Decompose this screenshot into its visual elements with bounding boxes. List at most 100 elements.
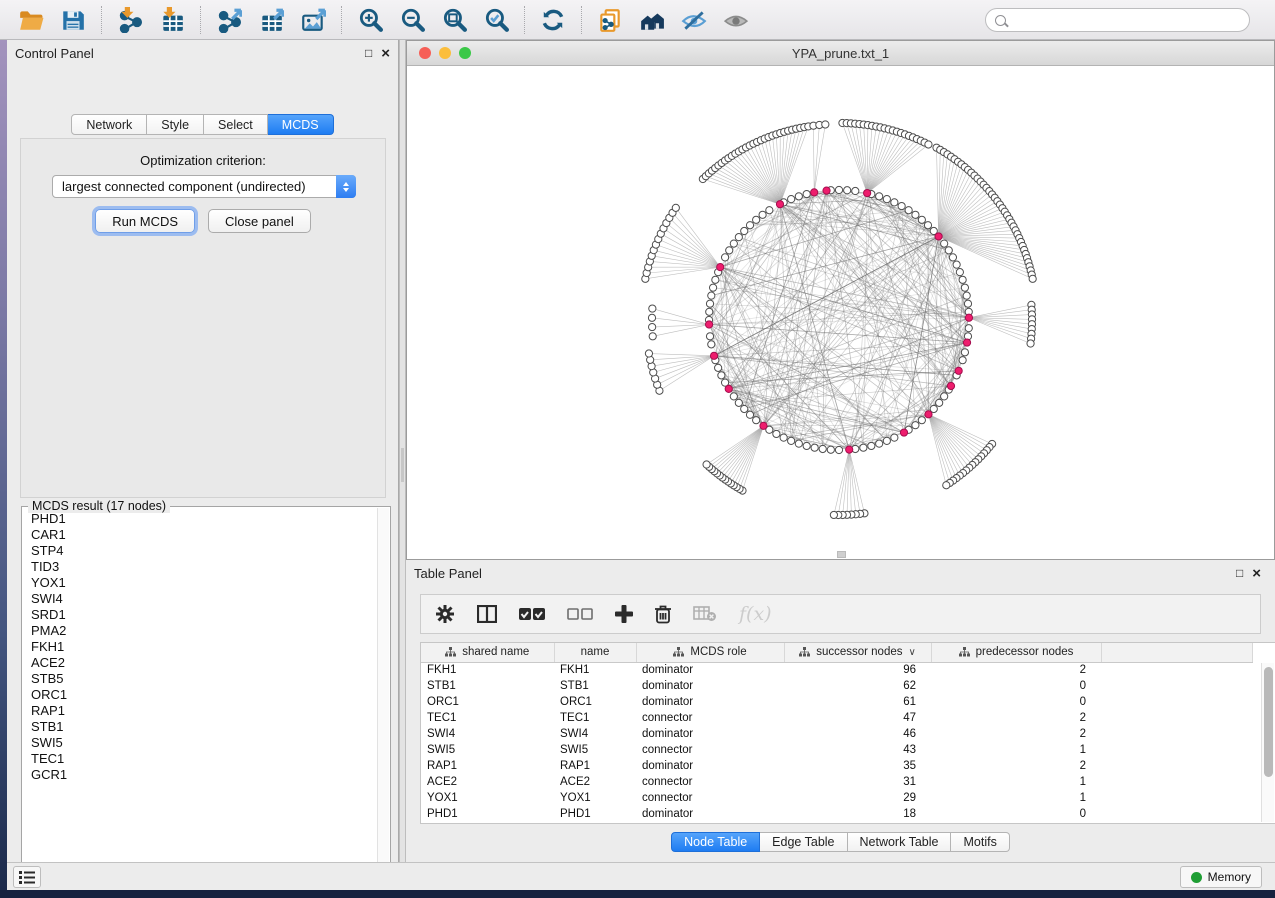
table-float-icon[interactable]: □ — [1236, 567, 1243, 579]
column-header[interactable]: shared name — [421, 643, 554, 662]
mcds-result-item[interactable]: YOX1 — [31, 575, 376, 591]
toolbar-separator — [341, 6, 342, 34]
tab-motifs[interactable]: Motifs — [951, 832, 1009, 852]
table-scrollbar[interactable] — [1261, 663, 1274, 822]
show-all-icon[interactable] — [721, 5, 751, 35]
mcds-result-list[interactable]: PHD1CAR1STP4TID3YOX1SWI4SRD1PMA2FKH1ACE2… — [23, 511, 376, 876]
zoom-fit-icon[interactable] — [439, 5, 469, 35]
toolbar-separator — [524, 6, 525, 34]
list-icon — [19, 871, 35, 884]
column-header[interactable]: successor nodes∨ — [784, 643, 931, 662]
hide-selected-icon[interactable] — [679, 5, 709, 35]
table-row[interactable]: PHD1PHD1dominator180 — [421, 806, 1253, 822]
table-row[interactable]: ORC1ORC1dominator610 — [421, 694, 1253, 710]
import-network-icon[interactable] — [115, 5, 145, 35]
mcds-result-item[interactable]: FKH1 — [31, 639, 376, 655]
task-history-button[interactable] — [13, 866, 41, 888]
mcds-result-item[interactable]: SWI5 — [31, 735, 376, 751]
mcds-result-item[interactable]: PMA2 — [31, 623, 376, 639]
mcds-result-item[interactable]: TID3 — [31, 559, 376, 575]
node-table: shared namenameMCDS rolesuccessor nodes∨… — [420, 642, 1275, 824]
node-table-grid[interactable]: shared namenameMCDS rolesuccessor nodes∨… — [421, 643, 1253, 822]
tab-style[interactable]: Style — [147, 114, 204, 135]
column-header[interactable]: MCDS role — [636, 643, 784, 662]
column-header[interactable]: name — [554, 643, 636, 662]
mcds-result-item[interactable]: SWI4 — [31, 591, 376, 607]
table-row[interactable]: RAP1RAP1dominator352 — [421, 758, 1253, 774]
copy-style-icon[interactable] — [595, 5, 625, 35]
tab-network-table[interactable]: Network Table — [848, 832, 952, 852]
control-panel-title: Control Panel — [15, 46, 94, 61]
deselect-all-icon[interactable] — [567, 601, 593, 627]
tab-mcds[interactable]: MCDS — [268, 114, 334, 135]
refresh-icon[interactable] — [538, 5, 568, 35]
first-neighbors-icon[interactable] — [637, 5, 667, 35]
network-scroll-grip[interactable] — [837, 551, 846, 558]
mcds-result-item[interactable]: SRD1 — [31, 607, 376, 623]
mcds-result-item[interactable]: STP4 — [31, 543, 376, 559]
select-all-icon[interactable] — [519, 601, 545, 627]
mcds-result-item[interactable]: STB5 — [31, 671, 376, 687]
tab-network[interactable]: Network — [71, 114, 147, 135]
add-icon[interactable] — [615, 601, 633, 627]
network-window-titlebar[interactable]: YPA_prune.txt_1 — [407, 41, 1274, 66]
mcds-result-item[interactable]: TEC1 — [31, 751, 376, 767]
mcds-result-scrollbar[interactable] — [377, 508, 389, 876]
network-canvas[interactable] — [407, 66, 1274, 559]
table-row[interactable]: TEC1TEC1connector472 — [421, 710, 1253, 726]
search-box[interactable] — [985, 8, 1250, 32]
column-header[interactable]: predecessor nodes — [931, 643, 1101, 662]
criterion-value: largest connected component (undirected) — [53, 179, 336, 194]
memory-label: Memory — [1208, 870, 1251, 884]
table-row[interactable]: SWI5SWI5connector431 — [421, 742, 1253, 758]
table-toolbar: f(x) — [420, 594, 1261, 634]
memory-button[interactable]: Memory — [1180, 866, 1262, 888]
zoom-in-icon[interactable] — [355, 5, 385, 35]
columns-icon[interactable] — [477, 601, 497, 627]
open-folder-icon[interactable] — [16, 5, 46, 35]
mcds-result-item[interactable]: ACE2 — [31, 655, 376, 671]
table-row[interactable]: YOX1YOX1connector291 — [421, 790, 1253, 806]
export-image-icon[interactable] — [298, 5, 328, 35]
delete-table-icon — [693, 601, 717, 627]
mcds-result-item[interactable]: GCR1 — [31, 767, 376, 783]
trash-icon[interactable] — [655, 601, 671, 627]
tab-select[interactable]: Select — [204, 114, 268, 135]
table-tabs: Node TableEdge TableNetwork TableMotifs — [406, 832, 1275, 852]
zoom-selected-icon[interactable] — [481, 5, 511, 35]
mcds-result-item[interactable]: ORC1 — [31, 687, 376, 703]
mcds-result-item[interactable]: PHD1 — [31, 511, 376, 527]
export-network-icon[interactable] — [214, 5, 244, 35]
import-table-icon[interactable] — [157, 5, 187, 35]
table-scrollbar-thumb[interactable] — [1264, 667, 1273, 777]
close-panel-button[interactable]: Close panel — [208, 209, 311, 233]
table-close-icon[interactable]: × — [1252, 566, 1261, 581]
export-table-icon[interactable] — [256, 5, 286, 35]
panel-splitter[interactable] — [399, 40, 406, 862]
table-panel: Table Panel □ × f(x) shared namenameMCDS… — [406, 560, 1275, 862]
desktop-wallpaper-left — [0, 40, 7, 890]
control-panel: Control Panel □ × NetworkStyleSelectMCDS… — [7, 40, 399, 862]
table-row[interactable]: SWI4SWI4dominator462 — [421, 726, 1253, 742]
float-panel-icon[interactable]: □ — [365, 47, 372, 59]
optimization-criterion-label: Optimization criterion: — [21, 153, 385, 168]
tab-node-table[interactable]: Node Table — [671, 832, 760, 852]
table-row[interactable]: FKH1FKH1dominator962 — [421, 662, 1253, 678]
toolbar-separator — [200, 6, 201, 34]
search-input[interactable] — [1006, 13, 1249, 27]
save-icon[interactable] — [58, 5, 88, 35]
mcds-result-item[interactable]: CAR1 — [31, 527, 376, 543]
tab-edge-table[interactable]: Edge Table — [760, 832, 847, 852]
desktop-wallpaper-bottom — [0, 890, 1275, 898]
zoom-out-icon[interactable] — [397, 5, 427, 35]
main-toolbar-icons — [10, 5, 757, 35]
table-row[interactable]: ACE2ACE2connector311 — [421, 774, 1253, 790]
mcds-result-item[interactable]: STB1 — [31, 719, 376, 735]
gear-icon[interactable] — [435, 601, 455, 627]
function-icon: f(x) — [739, 601, 772, 627]
close-panel-icon[interactable]: × — [381, 46, 390, 61]
run-mcds-button[interactable]: Run MCDS — [95, 209, 195, 233]
mcds-result-item[interactable]: RAP1 — [31, 703, 376, 719]
criterion-dropdown[interactable]: largest connected component (undirected) — [52, 175, 356, 198]
table-row[interactable]: STB1STB1dominator620 — [421, 678, 1253, 694]
